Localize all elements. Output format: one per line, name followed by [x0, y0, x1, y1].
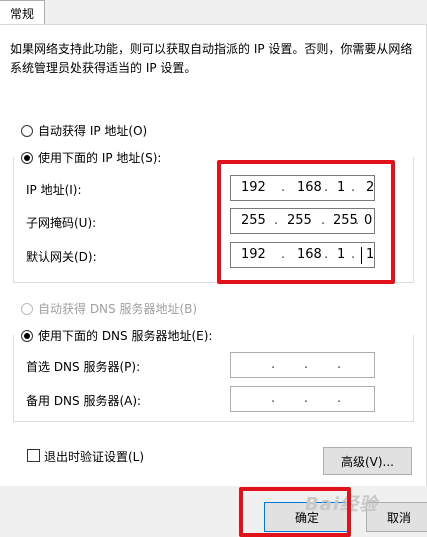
auto-dns-radio[interactable]: [21, 303, 33, 315]
highlight-ip-fields: [217, 160, 395, 284]
auto-ip-radio[interactable]: [21, 125, 33, 137]
dns-dot: .: [337, 357, 342, 372]
preferred-dns-label: 首选 DNS 服务器(P):: [26, 360, 141, 374]
dns-dot: .: [304, 357, 309, 372]
tab-general[interactable]: 常规: [0, 0, 45, 25]
dns-dot: .: [337, 391, 342, 406]
cancel-button-label: 取消: [386, 510, 411, 525]
subnet-mask-label: 子网掩码(U):: [26, 216, 97, 230]
default-gateway-label: 默认网关(D):: [26, 250, 97, 264]
highlight-ok-button: [239, 487, 351, 537]
description-text: 如果网络支持此功能，则可以获取自动指派的 IP 设置。否则，你需要从网络系统管理…: [10, 42, 413, 75]
auto-dns-label: 自动获得 DNS 服务器地址(B): [38, 302, 198, 316]
validate-checkbox[interactable]: [27, 449, 40, 462]
auto-ip-label: 自动获得 IP 地址(O): [38, 124, 148, 138]
dns-dot: .: [271, 357, 276, 372]
preferred-dns-input[interactable]: . . .: [230, 352, 375, 378]
dns-dot: .: [304, 391, 309, 406]
advanced-button-label: 高级(V)...: [340, 454, 395, 469]
ip-address-label: IP 地址(I):: [26, 183, 82, 197]
alternate-dns-label: 备用 DNS 服务器(A):: [26, 394, 142, 408]
dns-dot: .: [271, 391, 276, 406]
advanced-button[interactable]: 高级(V)...: [323, 447, 412, 475]
alternate-dns-input[interactable]: . . .: [230, 386, 375, 412]
tab-general-label: 常规: [9, 6, 34, 21]
validate-label: 退出时验证设置(L): [44, 450, 145, 464]
